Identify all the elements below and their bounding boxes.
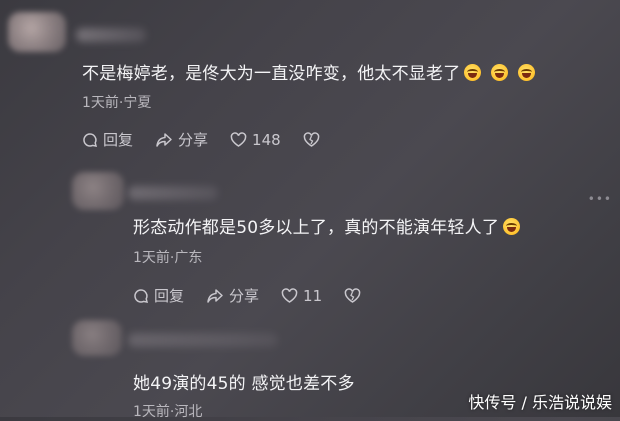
avatar[interactable] <box>72 172 124 210</box>
comment-actions: 回复 分享 11 <box>133 285 361 306</box>
more-options-icon[interactable]: ••• <box>588 192 612 206</box>
share-icon <box>207 288 223 303</box>
share-button[interactable]: 分享 <box>155 129 208 150</box>
rofl-emoji-icon <box>503 218 521 235</box>
comment-meta: 1天前·广东 <box>133 250 203 266</box>
comment-bubble-icon <box>83 132 98 147</box>
dislike-button[interactable] <box>344 288 361 303</box>
share-label: 分享 <box>178 131 209 149</box>
comment-bubble-icon <box>134 288 149 303</box>
reply-label: 回复 <box>154 287 185 305</box>
rofl-emoji-icon <box>491 64 509 81</box>
reply-button[interactable]: 回复 <box>133 285 184 306</box>
username-blurred[interactable] <box>128 186 218 200</box>
share-button[interactable]: 分享 <box>206 285 259 306</box>
comment-body: 她49演的45的 感觉也差不多 <box>133 374 355 394</box>
heart-icon <box>281 288 298 303</box>
like-count: 148 <box>252 130 281 149</box>
broken-heart-icon <box>303 132 319 147</box>
like-button[interactable]: 148 <box>230 131 281 149</box>
share-label: 分享 <box>229 287 260 305</box>
comment-text: 她49演的45的 感觉也差不多 <box>133 369 355 394</box>
rofl-emoji-icon <box>464 64 482 81</box>
like-count: 11 <box>303 286 323 305</box>
comment-meta: 1天前·河北 <box>133 404 203 420</box>
comment-body: 不是梅婷老，是佟大为一直没咋变，他太不显老了 <box>82 64 461 84</box>
comment-meta: 1天前·宁夏 <box>82 95 152 111</box>
comment-body: 形态动作都是50多以上了，真的不能演年轻人了 <box>133 218 500 238</box>
broken-heart-icon <box>344 288 361 303</box>
share-icon <box>156 132 172 147</box>
username-blurred[interactable] <box>128 333 278 347</box>
heart-icon <box>230 132 247 147</box>
avatar[interactable] <box>72 320 122 356</box>
dislike-button[interactable] <box>303 132 320 147</box>
comment-text: 不是梅婷老，是佟大为一直没咋变，他太不显老了 <box>82 59 536 84</box>
avatar[interactable] <box>8 12 66 52</box>
username-blurred[interactable] <box>76 28 146 42</box>
rofl-emoji-icon <box>518 64 536 81</box>
reply-label: 回复 <box>103 131 134 149</box>
comment-text: 形态动作都是50多以上了，真的不能演年轻人了 <box>133 213 521 238</box>
reply-button[interactable]: 回复 <box>82 129 133 150</box>
like-button[interactable]: 11 <box>281 287 322 305</box>
watermark: 快传号 / 乐浩说说娱 <box>468 393 612 412</box>
comment-actions: 回复 分享 148 <box>82 129 320 150</box>
